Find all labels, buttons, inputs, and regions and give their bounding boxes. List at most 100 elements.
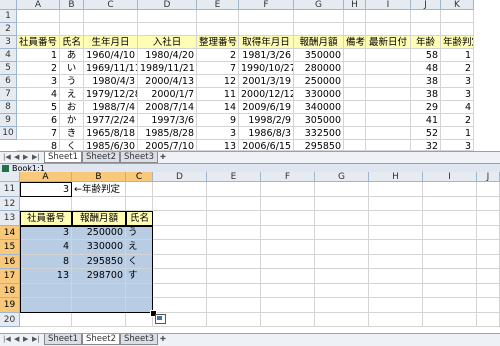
column-header-H[interactable]: H (344, 0, 366, 10)
cell[interactable] (477, 211, 500, 226)
row-header-9[interactable]: 9 (0, 114, 17, 127)
data-cell[interactable]: 2000/4/13 (138, 75, 197, 88)
cell[interactable] (423, 269, 477, 284)
cell[interactable] (72, 196, 126, 211)
row-header-14[interactable]: 14 (0, 225, 20, 240)
tab-sheet2[interactable]: Sheet2 (82, 152, 120, 163)
data-cell[interactable]: 8 (17, 140, 60, 151)
data-cell[interactable]: 330000 (294, 88, 344, 101)
cell[interactable] (423, 240, 477, 255)
cell[interactable] (369, 182, 423, 197)
data-cell[interactable]: 1986/8/3 (239, 127, 294, 140)
cell[interactable] (369, 283, 423, 298)
cell[interactable] (261, 196, 315, 211)
column-header-J[interactable]: J (477, 172, 500, 182)
cell[interactable] (261, 283, 315, 298)
column-header-I[interactable]: I (366, 0, 411, 10)
cell[interactable] (207, 283, 261, 298)
data-cell[interactable]: 280000 (294, 62, 344, 75)
cell[interactable] (138, 23, 197, 36)
data-cell[interactable]: 58 (411, 49, 441, 62)
data-cell[interactable]: 1979/12/28 (84, 88, 138, 101)
result-header-cell[interactable]: 氏名 (126, 211, 153, 226)
data-cell[interactable]: 1969/11/11 (84, 62, 138, 75)
data-cell[interactable]: 3 (441, 88, 474, 101)
row-header-2[interactable]: 2 (0, 23, 17, 36)
tab-sheet3[interactable]: Sheet3 (120, 334, 158, 345)
insert-sheet-icon[interactable]: ✚ (160, 335, 166, 343)
cell[interactable] (315, 196, 369, 211)
cell[interactable] (423, 283, 477, 298)
cell[interactable] (315, 269, 369, 284)
data-cell[interactable]: き (60, 127, 84, 140)
data-cell[interactable]: 340000 (294, 101, 344, 114)
data-cell[interactable]: 2000/1/7 (138, 88, 197, 101)
row-header-20[interactable]: 20 (0, 312, 20, 327)
column-header-C[interactable]: C (84, 0, 138, 10)
cell[interactable] (138, 10, 197, 23)
data-cell[interactable]: 3 (197, 127, 239, 140)
tab-sheet2[interactable]: Sheet2 (82, 334, 120, 345)
data-cell[interactable]: 1 (441, 49, 474, 62)
data-cell[interactable]: 38 (411, 75, 441, 88)
column-header-E[interactable]: E (207, 172, 261, 182)
cell[interactable] (84, 10, 138, 23)
cell[interactable] (261, 225, 315, 240)
cell[interactable] (315, 182, 369, 197)
cell[interactable] (126, 182, 153, 197)
cell[interactable] (294, 10, 344, 23)
data-cell[interactable]: か (60, 114, 84, 127)
header-cell[interactable]: 生年月日 (84, 36, 138, 49)
header-cell[interactable]: 氏名 (60, 36, 84, 49)
cell[interactable] (239, 10, 294, 23)
cell[interactable] (423, 211, 477, 226)
data-cell[interactable]: 1989/11/21 (138, 62, 197, 75)
data-cell[interactable]: 2 (17, 62, 60, 75)
data-cell[interactable]: 1 (441, 127, 474, 140)
horizontal-scrollbar-2[interactable] (200, 333, 500, 346)
cell[interactable] (477, 269, 500, 284)
column-header-D[interactable]: D (153, 172, 207, 182)
cell[interactable] (126, 196, 153, 211)
cell[interactable] (411, 10, 441, 23)
data-cell[interactable] (344, 140, 366, 151)
data-cell[interactable]: 9 (197, 114, 239, 127)
data-cell[interactable]: 52 (411, 127, 441, 140)
cell[interactable] (294, 23, 344, 36)
data-cell[interactable]: え (60, 88, 84, 101)
next-sheet-icon[interactable]: ▶ (23, 153, 28, 161)
data-cell[interactable]: 6 (17, 114, 60, 127)
cell[interactable] (366, 23, 411, 36)
cell[interactable] (369, 211, 423, 226)
data-cell[interactable]: 13 (197, 140, 239, 151)
cell[interactable] (153, 269, 207, 284)
data-cell[interactable]: 41 (411, 114, 441, 127)
data-cell[interactable]: 7 (197, 62, 239, 75)
cell[interactable] (315, 225, 369, 240)
data-cell[interactable]: く (60, 140, 84, 151)
data-cell[interactable]: 1980/4/20 (138, 49, 197, 62)
data-cell[interactable]: 1977/2/24 (84, 114, 138, 127)
cell[interactable] (315, 254, 369, 269)
row-header-15[interactable]: 15 (0, 240, 20, 255)
data-cell[interactable]: 2 (441, 62, 474, 75)
data-cell[interactable]: 3 (441, 75, 474, 88)
row-header-17[interactable]: 17 (0, 269, 20, 284)
data-cell[interactable] (344, 88, 366, 101)
cell[interactable] (197, 10, 239, 23)
header-cell[interactable]: 社員番号 (17, 36, 60, 49)
data-cell[interactable] (366, 88, 411, 101)
cell[interactable] (72, 312, 126, 327)
last-sheet-icon[interactable]: ▶| (32, 153, 40, 161)
cell[interactable] (423, 182, 477, 197)
cell[interactable] (207, 269, 261, 284)
header-cell[interactable]: 報酬月額 (294, 36, 344, 49)
data-cell[interactable]: お (60, 101, 84, 114)
row-header-18[interactable]: 18 (0, 283, 20, 298)
cell[interactable] (84, 23, 138, 36)
data-cell[interactable]: い (60, 62, 84, 75)
data-cell[interactable]: 1985/6/30 (84, 140, 138, 151)
column-header-A[interactable]: A (17, 0, 60, 10)
cell[interactable] (261, 182, 315, 197)
data-cell[interactable]: 295850 (294, 140, 344, 151)
